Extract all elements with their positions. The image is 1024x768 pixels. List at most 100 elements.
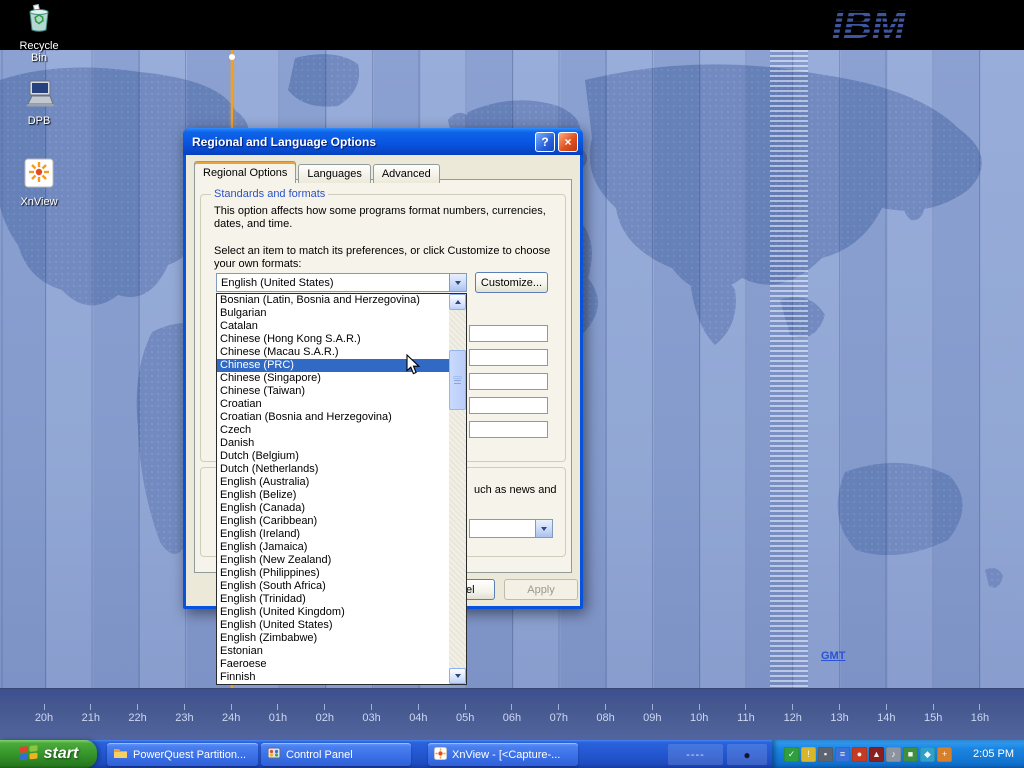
format-combobox[interactable]: English (United States): [216, 273, 467, 292]
tray-icon-network[interactable]: ≡: [835, 747, 850, 762]
list-item[interactable]: Bosnian (Latin, Bosnia and Herzegovina): [217, 294, 449, 307]
group-caption: Standards and formats: [211, 188, 328, 200]
scroll-thumb[interactable]: [449, 350, 466, 410]
list-item[interactable]: Faeroese: [217, 658, 449, 671]
hour-label: 22h: [124, 704, 152, 724]
tray-icon-antivirus-shield[interactable]: ✓: [784, 747, 799, 762]
listbox-scrollbar[interactable]: [449, 294, 466, 684]
list-item[interactable]: English (South Africa): [217, 580, 449, 593]
hour-label: 06h: [498, 704, 526, 724]
system-tray: ✓!▪≡●▲♪■◆+ 2:05 PM: [772, 740, 1024, 768]
list-item[interactable]: English (Trinidad): [217, 593, 449, 606]
customize-button[interactable]: Customize...: [475, 272, 548, 293]
tray-icon-display[interactable]: ▪: [818, 747, 833, 762]
tray-icon-update[interactable]: ●: [852, 747, 867, 762]
list-item[interactable]: Bulgarian: [217, 307, 449, 320]
sample-field: [469, 325, 548, 342]
tab-regional-options[interactable]: Regional Options: [194, 161, 296, 183]
location-text-fragment: uch as news and: [474, 484, 557, 496]
list-item[interactable]: Croatian (Bosnia and Herzegovina): [217, 411, 449, 424]
taskbar-clock[interactable]: 2:05 PM: [973, 748, 1016, 760]
list-item[interactable]: English (Australia): [217, 476, 449, 489]
tray-icons: ✓!▪≡●▲♪■◆+: [784, 747, 952, 762]
list-item[interactable]: English (Canada): [217, 502, 449, 515]
dialog-title: Regional and Language Options: [192, 135, 532, 149]
list-item[interactable]: English (Jamaica): [217, 541, 449, 554]
list-item[interactable]: English (Philippines): [217, 567, 449, 580]
scroll-down-button[interactable]: [449, 668, 466, 684]
list-item[interactable]: English (Zimbabwe): [217, 632, 449, 645]
hour-label-row: 20h21h22h23h24h01h02h03h04h05h06h07h08h0…: [0, 704, 1024, 724]
list-item[interactable]: Danish: [217, 437, 449, 450]
tray-icon-messenger[interactable]: ◆: [920, 747, 935, 762]
help-button[interactable]: ?: [535, 132, 555, 152]
desktop-icon-label: XnView: [10, 196, 68, 208]
location-combobox[interactable]: [469, 519, 553, 538]
list-item[interactable]: English (Belize): [217, 489, 449, 502]
tray-icon-battery[interactable]: ■: [903, 747, 918, 762]
list-item[interactable]: English (Ireland): [217, 528, 449, 541]
taskbar-misc-icon[interactable]: ●: [727, 744, 767, 765]
hour-label: 16h: [966, 704, 994, 724]
scroll-up-button[interactable]: [449, 294, 466, 310]
list-item[interactable]: Dutch (Belgium): [217, 450, 449, 463]
hour-label: 13h: [826, 704, 854, 724]
taskbar-button-control-panel[interactable]: Control Panel: [261, 743, 411, 766]
tray-icon-warning[interactable]: ▲: [869, 747, 884, 762]
standards-description: This option affects how some programs fo…: [214, 205, 559, 231]
list-item[interactable]: English (United Kingdom): [217, 606, 449, 619]
taskbar-button-powerquest[interactable]: PowerQuest Partition...: [107, 743, 258, 766]
list-item[interactable]: Finnish: [217, 671, 449, 684]
hour-label: 01h: [264, 704, 292, 724]
list-item[interactable]: English (Caribbean): [217, 515, 449, 528]
hour-label: 05h: [451, 704, 479, 724]
list-item[interactable]: English (United States): [217, 619, 449, 632]
ibm-logo-text: IBM: [832, 3, 907, 47]
dialog-titlebar[interactable]: Regional and Language Options ? ×: [183, 128, 583, 155]
language-listbox[interactable]: Bosnian (Latin, Bosnia and Herzegovina)B…: [216, 293, 467, 685]
recycle-bin-icon: [26, 19, 52, 36]
folder-icon: [113, 747, 128, 762]
close-button[interactable]: ×: [558, 132, 578, 152]
combobox-arrow-icon[interactable]: [449, 274, 466, 291]
sample-field: [469, 397, 548, 414]
control-panel-icon: [267, 747, 281, 762]
list-item[interactable]: Chinese (Hong Kong S.A.R.): [217, 333, 449, 346]
list-item[interactable]: Chinese (Singapore): [217, 372, 449, 385]
tray-icon-utility[interactable]: +: [937, 747, 952, 762]
hour-label: 23h: [170, 704, 198, 724]
gmt-label: GMT: [821, 650, 845, 662]
scroll-up-icon: [455, 300, 461, 304]
tray-icon-alert[interactable]: !: [801, 747, 816, 762]
taskbar: start PowerQuest Partition... Control Pa…: [0, 740, 1024, 768]
list-item[interactable]: Croatian: [217, 398, 449, 411]
start-button-label: start: [44, 745, 79, 763]
list-item[interactable]: Chinese (Macau S.A.R.): [217, 346, 449, 359]
start-button[interactable]: start: [0, 740, 97, 768]
tray-icon-volume[interactable]: ♪: [886, 747, 901, 762]
desktop-icon-xnview[interactable]: XnView: [10, 158, 68, 208]
tab-strip: Regional Options Languages Advanced: [194, 161, 442, 183]
tab-languages[interactable]: Languages: [298, 164, 370, 183]
tab-advanced[interactable]: Advanced: [373, 164, 440, 183]
laptop-icon: [24, 94, 54, 111]
format-combobox-value: English (United States): [217, 277, 449, 289]
xnview-taskbar-icon: [434, 747, 447, 763]
standards-instruction: Select an item to match its preferences,…: [214, 245, 559, 271]
desktop-icon-dpb[interactable]: DPB: [10, 80, 68, 127]
taskbar-toolbar-dashes[interactable]: ----: [668, 744, 723, 765]
taskbar-button-xnview[interactable]: XnView - [<Capture-...: [428, 743, 578, 766]
list-item[interactable]: Chinese (Taiwan): [217, 385, 449, 398]
desktop-icon-recycle-bin[interactable]: Recycle Bin: [10, 4, 68, 64]
apply-button[interactable]: Apply: [504, 579, 578, 600]
list-item[interactable]: Catalan: [217, 320, 449, 333]
list-item[interactable]: Estonian: [217, 645, 449, 658]
combobox-arrow-icon[interactable]: [535, 520, 552, 537]
sample-field: [469, 421, 548, 438]
desktop-icon-label: Recycle Bin: [10, 40, 68, 64]
hour-scale-band: 20h21h22h23h24h01h02h03h04h05h06h07h08h0…: [0, 688, 1024, 740]
list-item[interactable]: Chinese (PRC): [217, 359, 449, 372]
list-item[interactable]: Czech: [217, 424, 449, 437]
list-item[interactable]: Dutch (Netherlands): [217, 463, 449, 476]
list-item[interactable]: English (New Zealand): [217, 554, 449, 567]
